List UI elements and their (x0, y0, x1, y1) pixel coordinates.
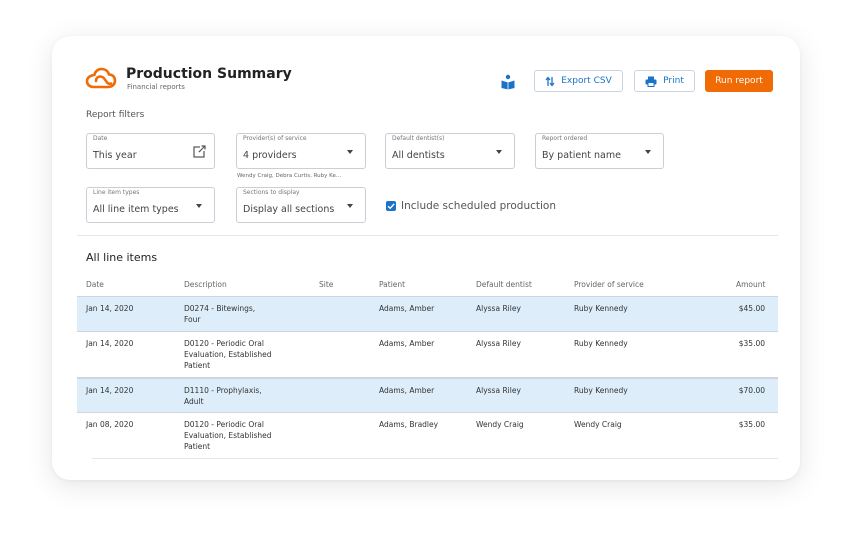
column-header-date[interactable]: Date (86, 280, 104, 289)
row-dentist: Alyssa Riley (476, 304, 521, 313)
report-filters-heading: Report filters (86, 110, 145, 120)
column-header-site[interactable]: Site (319, 280, 333, 289)
row-date: Jan 08, 2020 (86, 420, 134, 429)
row-date: Jan 14, 2020 (86, 386, 134, 395)
row-patient: Adams, Amber (379, 339, 435, 348)
default-dentist-value: All dentists (392, 150, 445, 161)
run-report-label: Run report (715, 76, 763, 86)
column-header-provider[interactable]: Provider of service (574, 280, 644, 289)
row-description-line: D1110 - Prophylaxis, (184, 386, 262, 395)
row-patient: Adams, Bradley (379, 420, 439, 429)
row-amount: $45.00 (738, 304, 765, 313)
providers-select[interactable]: Provider(s) of service 4 providers (236, 133, 366, 169)
date-field-value: This year (93, 150, 137, 161)
table-bottom-border (92, 458, 778, 459)
report-ordered-select[interactable]: Report ordered By patient name (535, 133, 664, 169)
row-provider: Ruby Kennedy (574, 386, 628, 395)
chevron-down-icon (496, 150, 502, 154)
row-description-line: Evaluation, Established (184, 431, 272, 440)
table-row[interactable]: Jan 14, 2020 D0120 - Periodic Oral Evalu… (77, 332, 778, 378)
row-provider: Ruby Kennedy (574, 304, 628, 313)
table-row[interactable]: Jan 14, 2020 D1110 - Prophylaxis, Adult … (77, 378, 778, 413)
include-scheduled-checkbox[interactable] (386, 201, 396, 211)
providers-select-label: Provider(s) of service (243, 135, 307, 142)
run-report-button[interactable]: Run report (705, 70, 773, 92)
default-dentist-select[interactable]: Default dentist(s) All dentists (385, 133, 515, 169)
print-label: Print (663, 76, 684, 86)
row-description-line: Patient (184, 442, 211, 451)
column-header-amount[interactable]: Amount (736, 280, 765, 289)
row-description-line: D0274 - Bitewings, (184, 304, 256, 313)
row-description-line: Evaluation, Established (184, 350, 272, 359)
date-field[interactable]: Date This year (86, 133, 215, 169)
divider (77, 235, 778, 236)
external-link-icon[interactable] (193, 145, 206, 158)
chevron-down-icon (347, 150, 353, 154)
column-header-default-dentist[interactable]: Default dentist (476, 280, 532, 289)
sections-select[interactable]: Sections to display Display all sections (236, 187, 366, 223)
row-provider: Wendy Craig (574, 420, 622, 429)
line-item-types-label: Line item types (93, 189, 140, 196)
page-subtitle: Financial reports (127, 83, 185, 91)
print-button[interactable]: Print (634, 70, 695, 92)
row-description-line: D0120 - Periodic Oral (184, 420, 264, 429)
row-description-line: Four (184, 315, 201, 324)
providers-select-value: 4 providers (243, 150, 297, 161)
row-dentist: Alyssa Riley (476, 339, 521, 348)
table-row[interactable]: Jan 14, 2020 D0274 - Bitewings, Four Ada… (77, 296, 778, 332)
page-title: Production Summary (126, 66, 292, 82)
row-patient: Adams, Amber (379, 304, 435, 313)
row-amount: $70.00 (738, 386, 765, 395)
chevron-down-icon (196, 204, 202, 208)
row-dentist: Alyssa Riley (476, 386, 521, 395)
row-description-line: D0120 - Periodic Oral (184, 339, 264, 348)
cloud-logo-icon (85, 67, 117, 89)
export-csv-label: Export CSV (561, 76, 612, 86)
table-title: All line items (86, 251, 158, 264)
line-item-types-select[interactable]: Line item types All line item types (86, 187, 215, 223)
row-dentist: Wendy Craig (476, 420, 524, 429)
export-csv-button[interactable]: Export CSV (534, 70, 623, 92)
row-date: Jan 14, 2020 (86, 339, 134, 348)
date-field-label: Date (93, 135, 108, 142)
report-ordered-label: Report ordered (542, 135, 588, 142)
line-item-types-value: All line item types (93, 204, 179, 215)
row-description-line: Adult (184, 397, 204, 406)
row-date: Jan 14, 2020 (86, 304, 134, 313)
sections-label: Sections to display (243, 189, 300, 196)
column-header-patient[interactable]: Patient (379, 280, 405, 289)
row-amount: $35.00 (738, 339, 765, 348)
table-row[interactable]: Jan 08, 2020 D0120 - Periodic Oral Evalu… (77, 413, 778, 458)
sections-value: Display all sections (243, 204, 335, 215)
row-amount: $35.00 (738, 420, 765, 429)
include-scheduled-label[interactable]: Include scheduled production (401, 200, 556, 212)
printer-icon (645, 76, 657, 87)
sort-arrows-icon (545, 75, 555, 87)
default-dentist-label: Default dentist(s) (392, 135, 445, 142)
report-card: Production Summary Financial reports Exp… (52, 36, 800, 480)
chevron-down-icon (347, 204, 353, 208)
chevron-down-icon (645, 150, 651, 154)
book-icon[interactable] (500, 74, 516, 90)
row-description-line: Patient (184, 361, 211, 370)
providers-hint: Wendy Craig, Debra Curtis, Ruby Ke... (237, 173, 342, 179)
row-patient: Adams, Amber (379, 386, 435, 395)
row-provider: Ruby Kennedy (574, 339, 628, 348)
report-ordered-value: By patient name (542, 150, 621, 161)
column-header-description[interactable]: Description (184, 280, 227, 289)
